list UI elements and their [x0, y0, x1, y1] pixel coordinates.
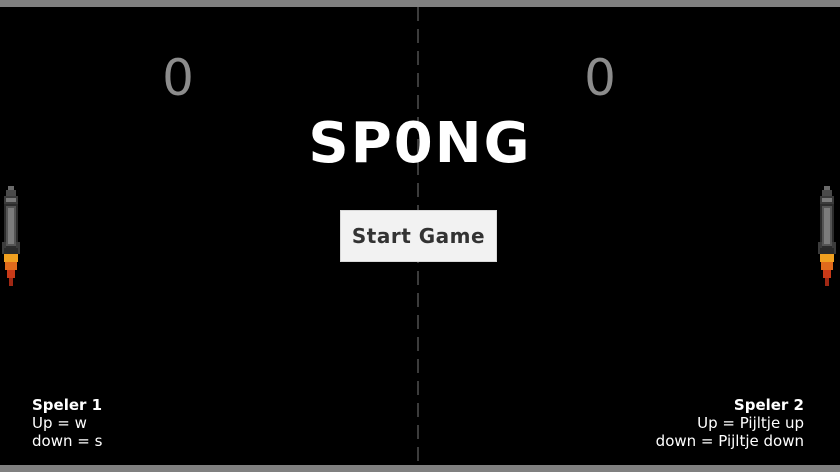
player2-score: 0 — [584, 49, 616, 107]
player1-down-key: down = s — [32, 432, 103, 450]
rocket-flame — [820, 254, 834, 286]
player1-controls: Speler 1 Up = w down = s — [32, 396, 102, 450]
rocket-paddle-icon — [818, 186, 836, 286]
bottom-wall — [0, 465, 840, 472]
start-game-button[interactable]: Start Game — [340, 210, 497, 262]
rocket-flame — [4, 254, 18, 286]
game-screen: 0 0 SP0NG Start Game Speler 1 Up = w dow… — [0, 0, 840, 472]
rocket-body — [818, 186, 836, 254]
rocket-paddle-icon — [2, 186, 20, 286]
player2-controls: Speler 2 Up = Pijltje up down = Pijltje … — [656, 396, 804, 450]
game-title: SP0NG — [308, 111, 532, 176]
player2-down-key: down = Pijltje down — [655, 432, 804, 450]
player2-up-key: Up = Pijltje up — [697, 414, 804, 432]
player1-score: 0 — [162, 49, 194, 107]
player1-up-key: Up = w — [32, 414, 87, 432]
player1-name: Speler 1 — [32, 396, 103, 414]
player2-name: Speler 2 — [733, 396, 804, 414]
rocket-body — [2, 186, 20, 254]
top-wall — [0, 0, 840, 7]
